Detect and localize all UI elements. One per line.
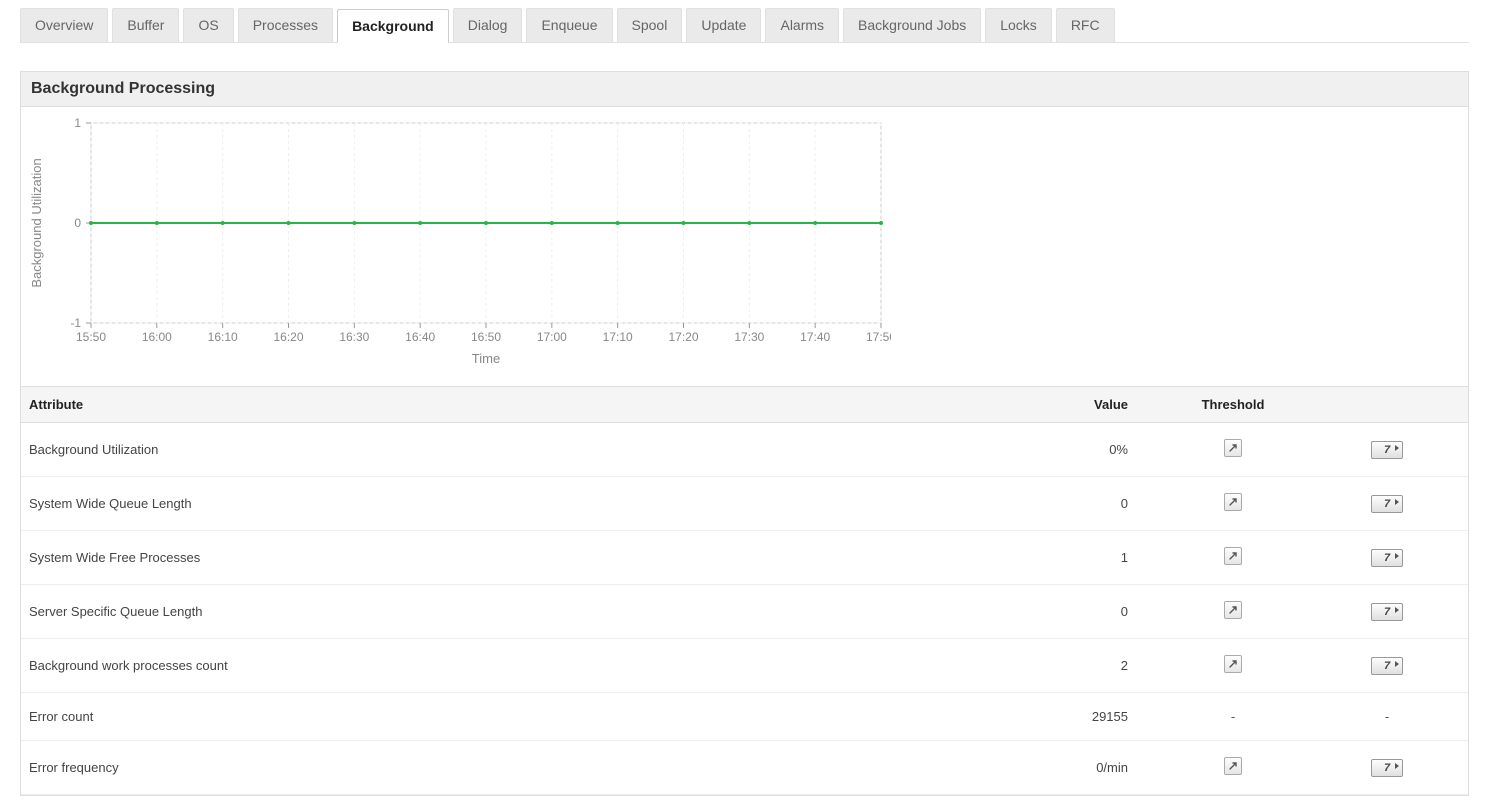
attribute-value: 0 xyxy=(889,585,1148,639)
action-cell: 7 xyxy=(1318,531,1468,585)
history-button[interactable]: 7 xyxy=(1371,657,1403,675)
action-cell: 7 xyxy=(1318,423,1468,477)
svg-text:16:40: 16:40 xyxy=(405,330,435,344)
threshold-cell: - xyxy=(1148,693,1318,741)
action-cell: 7 xyxy=(1318,639,1468,693)
table-row: Server Specific Queue Length0 7 xyxy=(21,585,1468,639)
col-action-header xyxy=(1318,387,1468,423)
tab-background-jobs[interactable]: Background Jobs xyxy=(843,8,981,42)
svg-text:Background Utilization: Background Utilization xyxy=(29,158,44,287)
col-threshold-header: Threshold xyxy=(1148,387,1318,423)
tab-spool[interactable]: Spool xyxy=(617,8,683,42)
no-action: - xyxy=(1385,709,1389,724)
tab-os[interactable]: OS xyxy=(183,8,233,42)
table-row: Error count29155 - - xyxy=(21,693,1468,741)
attribute-value: 0 xyxy=(889,477,1148,531)
background-processing-panel: Background Processing 15:50 16:00 16:10 16:… xyxy=(20,71,1469,796)
configure-threshold-icon[interactable] xyxy=(1224,655,1242,673)
svg-text:16:00: 16:00 xyxy=(142,330,172,344)
configure-threshold-icon[interactable] xyxy=(1224,601,1242,619)
svg-text:-1: -1 xyxy=(70,316,81,330)
attribute-value: 1 xyxy=(889,531,1148,585)
threshold-cell xyxy=(1148,531,1318,585)
attribute-value: 0% xyxy=(889,423,1148,477)
attribute-name: System Wide Free Processes xyxy=(21,531,889,585)
table-row: Background Utilization0% 7 xyxy=(21,423,1468,477)
history-button[interactable]: 7 xyxy=(1371,759,1403,777)
tab-update[interactable]: Update xyxy=(686,8,761,42)
svg-text:17:30: 17:30 xyxy=(734,330,764,344)
svg-text:1: 1 xyxy=(74,116,81,130)
tab-rfc[interactable]: RFC xyxy=(1056,8,1115,42)
action-cell: 7 xyxy=(1318,585,1468,639)
panel-title: Background Processing xyxy=(21,72,1468,107)
no-threshold: - xyxy=(1231,709,1235,724)
configure-threshold-icon[interactable] xyxy=(1224,493,1242,511)
action-cell: 7 xyxy=(1318,477,1468,531)
background-utilization-chart: 15:50 16:00 16:10 16:20 16:30 16:40 16:50 17:00… xyxy=(21,113,891,373)
threshold-cell xyxy=(1148,477,1318,531)
history-button[interactable]: 7 xyxy=(1371,549,1403,567)
tab-background[interactable]: Background xyxy=(337,9,449,43)
history-button[interactable]: 7 xyxy=(1371,495,1403,513)
svg-text:17:50: 17:50 xyxy=(866,330,891,344)
threshold-cell xyxy=(1148,639,1318,693)
attribute-name: Server Specific Queue Length xyxy=(21,585,889,639)
svg-text:16:50: 16:50 xyxy=(471,330,501,344)
attribute-value: 0/min xyxy=(889,741,1148,795)
threshold-cell xyxy=(1148,741,1318,795)
table-row: Background work processes count2 7 xyxy=(21,639,1468,693)
attribute-name: Error frequency xyxy=(21,741,889,795)
attribute-name: Error count xyxy=(21,693,889,741)
col-value-header: Value xyxy=(889,387,1148,423)
threshold-cell xyxy=(1148,585,1318,639)
svg-text:16:10: 16:10 xyxy=(208,330,238,344)
action-cell: - xyxy=(1318,693,1468,741)
configure-threshold-icon[interactable] xyxy=(1224,757,1242,775)
tab-enqueue[interactable]: Enqueue xyxy=(526,8,612,42)
tab-buffer[interactable]: Buffer xyxy=(112,8,179,42)
chart-container: 15:50 16:00 16:10 16:20 16:30 16:40 16:50 17:00… xyxy=(21,107,1468,376)
configure-threshold-icon[interactable] xyxy=(1224,439,1242,457)
tab-bar: OverviewBufferOSProcessesBackgroundDialo… xyxy=(20,8,1469,43)
tab-dialog[interactable]: Dialog xyxy=(453,8,523,42)
svg-text:17:10: 17:10 xyxy=(603,330,633,344)
svg-text:16:30: 16:30 xyxy=(339,330,369,344)
tab-locks[interactable]: Locks xyxy=(985,8,1052,42)
tab-processes[interactable]: Processes xyxy=(238,8,333,42)
tab-alarms[interactable]: Alarms xyxy=(765,8,839,42)
svg-text:17:20: 17:20 xyxy=(668,330,698,344)
attribute-name: Background Utilization xyxy=(21,423,889,477)
col-attribute-header: Attribute xyxy=(21,387,889,423)
svg-text:17:00: 17:00 xyxy=(537,330,567,344)
svg-text:17:40: 17:40 xyxy=(800,330,830,344)
svg-text:15:50: 15:50 xyxy=(76,330,106,344)
table-row: System Wide Queue Length0 7 xyxy=(21,477,1468,531)
action-cell: 7 xyxy=(1318,741,1468,795)
table-row: System Wide Free Processes1 7 xyxy=(21,531,1468,585)
tab-overview[interactable]: Overview xyxy=(20,8,108,42)
history-button[interactable]: 7 xyxy=(1371,441,1403,459)
attribute-value: 29155 xyxy=(889,693,1148,741)
history-button[interactable]: 7 xyxy=(1371,603,1403,621)
configure-threshold-icon[interactable] xyxy=(1224,547,1242,565)
svg-text:16:20: 16:20 xyxy=(273,330,303,344)
threshold-cell xyxy=(1148,423,1318,477)
attribute-name: System Wide Queue Length xyxy=(21,477,889,531)
table-row: Error frequency0/min 7 xyxy=(21,741,1468,795)
svg-text:0: 0 xyxy=(74,216,81,230)
svg-text:Time: Time xyxy=(472,351,500,366)
attribute-name: Background work processes count xyxy=(21,639,889,693)
attribute-table: Attribute Value Threshold Background Uti… xyxy=(21,386,1468,795)
attribute-value: 2 xyxy=(889,639,1148,693)
